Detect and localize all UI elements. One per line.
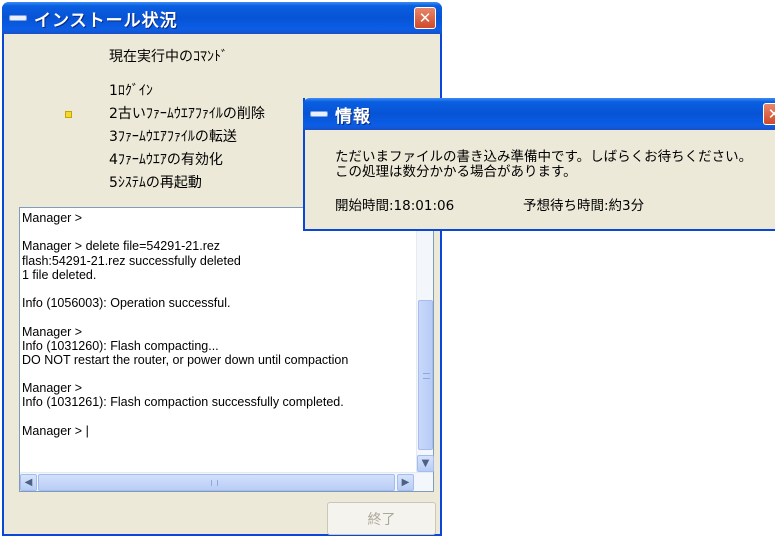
- dialog-title: 情報: [335, 106, 371, 127]
- console-line: 1 file deleted.: [22, 267, 97, 282]
- step-item: 1ﾛｸﾞｲﾝ: [109, 80, 265, 103]
- dialog-title-bar[interactable]: 情報 ✕: [303, 98, 775, 130]
- running-command-heading: 現在実行中のｺﾏﾝﾄﾞ: [109, 49, 228, 65]
- start-time: 開始時間:18:01:06: [335, 198, 455, 214]
- step-label: 2古いﾌｧｰﾑｳｴｱﾌｧｲﾙの削除: [109, 106, 265, 122]
- step-label: 4ﾌｧｰﾑｳｴｱの有効化: [109, 152, 223, 168]
- scroll-right-button[interactable]: ▶: [397, 474, 414, 491]
- console-line: Manager >: [22, 381, 83, 396]
- title-bar[interactable]: インストール状況 ✕: [2, 2, 442, 34]
- grip-icon: [423, 373, 430, 379]
- step-list: 1ﾛｸﾞｲﾝ 2古いﾌｧｰﾑｳｴｱﾌｧｲﾙの削除 3ﾌｧｰﾑｳｴｱﾌｧｲﾙの転送…: [65, 80, 265, 195]
- step-item-current: 2古いﾌｧｰﾑｳｴｱﾌｧｲﾙの削除: [65, 103, 265, 126]
- console-line: Manager > delete file=54291-21.rez: [22, 239, 221, 254]
- dialog-close-button[interactable]: ✕: [763, 103, 775, 125]
- console-line: DO NOT restart the router, or power down…: [22, 352, 349, 367]
- console-line: Manager >: [22, 324, 83, 339]
- console-line: flash:54291-21.rez successfully deleted: [22, 253, 241, 268]
- exit-button[interactable]: 終了: [327, 502, 436, 535]
- scroll-down-button[interactable]: ▼: [417, 455, 434, 472]
- scroll-left-button[interactable]: ◀: [20, 474, 37, 491]
- window-menu-icon[interactable]: [9, 15, 27, 21]
- dialog-message-line: ただいまファイルの書き込み準備中です。しばらくお待ちください。: [335, 149, 753, 165]
- console-line: Manager > |: [22, 423, 89, 438]
- step-item: 4ﾌｧｰﾑｳｴｱの有効化: [109, 149, 265, 172]
- console-line: Info (1056003): Operation successful.: [22, 296, 231, 311]
- step-item: 3ﾌｧｰﾑｳｴｱﾌｧｲﾙの転送: [109, 126, 265, 149]
- grip-icon: [211, 480, 218, 486]
- install-status-window: インストール状況 ✕ 現在実行中のｺﾏﾝﾄﾞ 1ﾛｸﾞｲﾝ 2古いﾌｧｰﾑｳｴｱ…: [2, 2, 442, 536]
- step-item: 5ｼｽﾃﾑの再起動: [109, 172, 265, 195]
- window-title: インストール状況: [34, 10, 178, 31]
- vertical-scroll-thumb[interactable]: [418, 300, 433, 450]
- horizontal-scroll-thumb[interactable]: [38, 474, 395, 491]
- step-label: 1ﾛｸﾞｲﾝ: [109, 83, 153, 99]
- current-step-icon: [65, 111, 72, 118]
- step-label: 3ﾌｧｰﾑｳｴｱﾌｧｲﾙの転送: [109, 129, 237, 145]
- dialog-message-line: この処理は数分かかる場合があります。: [335, 164, 577, 180]
- console-line: Info (1031261): Flash compaction success…: [22, 395, 344, 410]
- console-text-area[interactable]: Manager > Manager > delete file=54291-21…: [22, 211, 416, 471]
- dialog-message: ただいまファイルの書き込み準備中です。しばらくお待ちください。 この処理は数分か…: [335, 150, 752, 180]
- estimated-wait-time: 予想待ち時間:約3分: [523, 198, 645, 214]
- horizontal-scrollbar[interactable]: ◀ ▶: [20, 472, 433, 491]
- info-dialog: 情報 ✕ ただいまファイルの書き込み準備中です。しばらくお待ちください。 この処…: [303, 98, 775, 231]
- vertical-scrollbar[interactable]: ▼: [416, 208, 434, 472]
- console-log[interactable]: Manager > Manager > delete file=54291-21…: [19, 207, 434, 492]
- window-menu-icon[interactable]: [310, 111, 328, 117]
- step-label: 5ｼｽﾃﾑの再起動: [109, 175, 202, 191]
- close-button[interactable]: ✕: [414, 7, 436, 29]
- console-line: Info (1031260): Flash compacting...: [22, 338, 219, 353]
